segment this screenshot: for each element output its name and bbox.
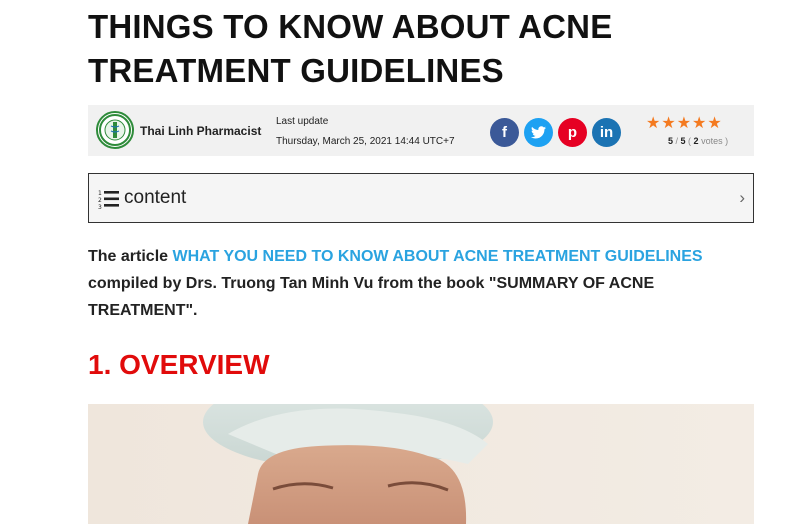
article: THINGS TO KNOW ABOUT ACNE TREATMENT GUID… [88, 0, 754, 524]
last-update-label: Last update [276, 116, 329, 127]
linkedin-share-button[interactable]: in [592, 118, 621, 147]
star-icon[interactable]: ★ [661, 116, 675, 132]
twitter-icon [531, 126, 546, 139]
rating-value: 5 [668, 136, 674, 146]
pinterest-icon: p [567, 124, 578, 141]
svg-text:2: 2 [98, 197, 102, 204]
table-of-contents-toggle[interactable]: 1 2 3 content › [88, 173, 754, 223]
share-buttons: f p in [490, 118, 621, 147]
votes-label: votes [701, 136, 723, 146]
section-heading-overview: 1. OVERVIEW [88, 349, 270, 380]
twitter-share-button[interactable] [524, 118, 553, 147]
chevron-right-icon: › [739, 188, 745, 207]
linkedin-icon: in [599, 124, 614, 141]
rating-stars[interactable]: ★ ★ ★ ★ ★ [646, 116, 722, 132]
article-title-line-2: TREATMENT GUIDELINES [88, 52, 504, 89]
overview-photo [88, 404, 754, 524]
article-meta-bar: Thai Linh Pharmacist Last update Thursda… [88, 105, 754, 156]
intro-paragraph: The article WHAT YOU NEED TO KNOW ABOUT … [88, 243, 754, 324]
intro-prefix: The article [88, 248, 173, 265]
rating-summary: 5 / 5 ( 2 votes ) [668, 136, 729, 146]
star-icon[interactable]: ★ [677, 116, 691, 132]
rating-max: 5 [680, 136, 686, 146]
star-icon[interactable]: ★ [692, 116, 706, 132]
star-icon[interactable]: ★ [707, 116, 721, 132]
intro-suffix: compiled by Drs. Truong Tan Minh Vu from… [88, 275, 655, 319]
star-icon[interactable]: ★ [646, 116, 660, 132]
last-update-date: Thursday, March 25, 2021 14:44 UTC+7 [276, 136, 455, 147]
svg-text:3: 3 [98, 204, 102, 209]
facebook-icon: f [502, 124, 507, 141]
pharmacy-logo[interactable] [96, 111, 134, 149]
facebook-share-button[interactable]: f [490, 118, 519, 147]
vote-count: 2 [693, 136, 699, 146]
article-title-line-1: THINGS TO KNOW ABOUT ACNE [88, 8, 613, 45]
article-link[interactable]: WHAT YOU NEED TO KNOW ABOUT ACNE TREATME… [172, 248, 702, 265]
article-title: THINGS TO KNOW ABOUT ACNE TREATMENT GUID… [88, 0, 754, 93]
pinterest-share-button[interactable]: p [558, 118, 587, 147]
toc-label: content [124, 187, 187, 208]
svg-text:1: 1 [98, 190, 102, 197]
list-numbered-icon: 1 2 3 [98, 190, 119, 209]
author-name[interactable]: Thai Linh Pharmacist [140, 124, 261, 138]
